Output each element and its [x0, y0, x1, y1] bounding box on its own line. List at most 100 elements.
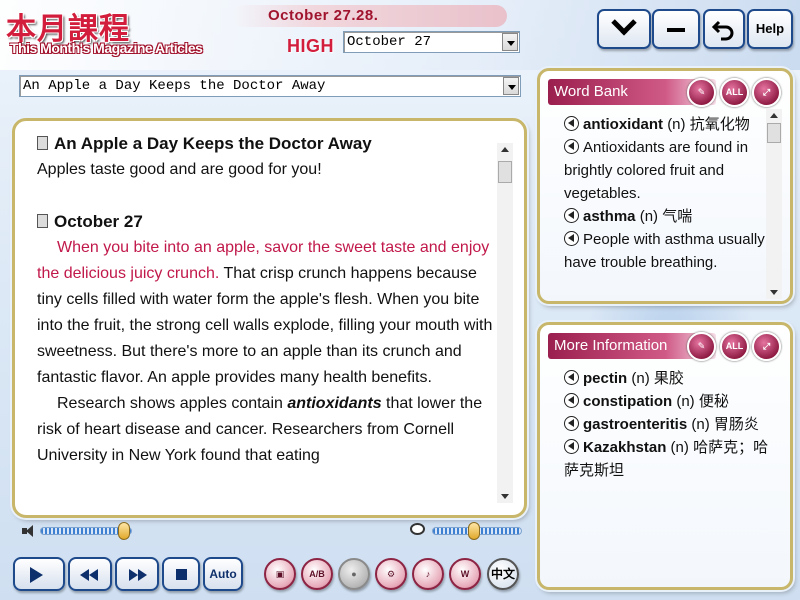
audio-play-icon[interactable] [564, 139, 579, 154]
info-entry: Kazakhstan (n) 哈萨克；哈萨克斯坦 [564, 436, 769, 482]
date-banner: October 27.28. [232, 5, 507, 27]
word-bank-book-icon[interactable]: ✎ [687, 78, 716, 107]
word-example: People with asthma usually have trouble … [564, 228, 769, 274]
word-example: Antioxidants are found in brightly color… [564, 136, 769, 205]
minimize-icon [667, 28, 685, 33]
word-translation: 抗氧化物 [689, 116, 750, 133]
level-label: HIGH [287, 36, 334, 56]
article-date-heading: October 27 [54, 212, 143, 231]
word-entry: asthma (n) 气喘 [564, 205, 769, 228]
audio-play-icon[interactable] [564, 393, 579, 408]
audio-play-icon[interactable] [564, 370, 579, 385]
logo-chinese: 本月課程 [6, 12, 130, 47]
article-subtitle: Apples taste good and are good for you! [37, 161, 322, 178]
play-icon [30, 567, 43, 583]
more-info-content: pectin (n) 果胶 constipation (n) 便秘 gastro… [564, 367, 769, 482]
info-entry: constipation (n) 便秘 [564, 390, 769, 413]
date-banner-text: October 27.28. [268, 7, 379, 24]
more-info-all-icon[interactable]: ALL [720, 332, 749, 361]
stop-icon [176, 569, 187, 580]
volume-speaker-icon [22, 524, 36, 538]
article-title-line: An Apple a Day Keeps the Doctor Away [37, 131, 497, 157]
record-button[interactable]: ▣ [264, 558, 296, 590]
word-translation: 气喘 [662, 208, 693, 225]
article-scrollbar[interactable] [497, 143, 513, 503]
more-info-title: More Information [554, 337, 668, 354]
document-icon [37, 136, 48, 150]
article-date-line: October 27 [37, 209, 497, 235]
date-select-value: October 27 [347, 34, 432, 50]
word-bank-scroll-thumb[interactable] [767, 123, 781, 143]
info-entry: gastroenteritis (n) 胃肠炎 [564, 413, 769, 436]
audio-play-icon[interactable] [564, 208, 579, 223]
scroll-down-icon[interactable] [770, 290, 778, 295]
more-info-book-icon[interactable]: ✎ [687, 332, 716, 361]
date-select[interactable]: October 27 [343, 31, 520, 53]
info-term: constipation [583, 393, 673, 410]
speed-slider-knob[interactable] [468, 522, 480, 540]
ab-repeat-button[interactable]: A/B [301, 558, 333, 590]
more-info-expand-icon[interactable]: ⤢ [752, 332, 781, 361]
audio-play-icon[interactable] [564, 116, 579, 131]
document-icon [37, 214, 48, 228]
help-button[interactable]: Help [747, 9, 793, 49]
vocab-term-antioxidants[interactable]: antioxidants [287, 395, 381, 412]
info-pos: (n) [670, 439, 689, 456]
logo-english: This Month's Magazine Articles [10, 40, 203, 56]
minimize-button[interactable] [652, 9, 700, 49]
info-translation: 胃肠炎 [713, 416, 759, 433]
chinese-button[interactable]: 中文 [487, 558, 519, 590]
auto-button[interactable]: Auto [203, 557, 243, 591]
word-pos: (n) [639, 208, 659, 225]
info-term: pectin [583, 370, 628, 387]
paragraph-2-before: Research shows apples contain [57, 395, 288, 412]
volume-slider-knob[interactable] [118, 522, 130, 540]
word-term: asthma [583, 208, 636, 225]
word-example-text: Antioxidants are found in brightly color… [564, 139, 749, 202]
paragraph-1-text: That crisp crunch happens because tiny c… [37, 265, 493, 386]
audio-play-icon[interactable] [564, 416, 579, 431]
word-term: antioxidant [583, 116, 664, 133]
article-select[interactable]: An Apple a Day Keeps the Doctor Away [19, 75, 521, 97]
undo-arrow-icon [711, 20, 734, 41]
audio-play-icon[interactable] [564, 439, 579, 454]
word-bank-all-icon[interactable]: ALL [720, 78, 749, 107]
article-scroll-thumb[interactable] [498, 161, 512, 183]
word-bank-expand-icon[interactable]: ⤢ [752, 78, 781, 107]
speaker-tool-button[interactable]: ♪ [412, 558, 444, 590]
word-tool-button[interactable]: W [449, 558, 481, 590]
word-bank-panel: Word Bank ✎ ALL ⤢ antioxidant (n) 抗氧化物 A… [537, 68, 793, 304]
word-example-text: People with asthma usually have trouble … [564, 231, 765, 271]
scroll-up-icon[interactable] [501, 147, 509, 152]
play-button[interactable] [13, 557, 65, 591]
stop-button[interactable] [162, 557, 200, 591]
rewind-button[interactable] [68, 557, 112, 591]
scroll-up-icon[interactable] [770, 113, 778, 118]
speech-speed-icon [410, 523, 425, 535]
collapse-button[interactable] [597, 9, 651, 49]
info-term: gastroenteritis [583, 416, 688, 433]
info-entry: pectin (n) 果胶 [564, 367, 769, 390]
word-bank-content: antioxidant (n) 抗氧化物 Antioxidants are fo… [564, 113, 769, 274]
info-translation: 便秘 [698, 393, 729, 410]
word-bank-scrollbar[interactable] [766, 109, 782, 299]
fast-forward-button[interactable] [115, 557, 159, 591]
audio-play-icon[interactable] [564, 231, 579, 246]
article-title: An Apple a Day Keeps the Doctor Away [54, 134, 372, 153]
article-paragraph-2: Research shows apples contain antioxidan… [37, 391, 497, 469]
date-select-arrow-icon[interactable] [502, 33, 518, 51]
word-pos: (n) [667, 116, 686, 133]
word-entry: antioxidant (n) 抗氧化物 [564, 113, 769, 136]
auto-label: Auto [209, 567, 237, 581]
info-pos: (n) [676, 393, 695, 410]
article-panel: An Apple a Day Keeps the Doctor Away App… [12, 118, 527, 518]
article-select-value: An Apple a Day Keeps the Doctor Away [23, 78, 326, 94]
word-bank-title: Word Bank [554, 83, 628, 100]
info-translation: 果胶 [653, 370, 684, 387]
scroll-down-icon[interactable] [501, 494, 509, 499]
back-button[interactable] [703, 9, 745, 49]
article-select-arrow-icon[interactable] [503, 77, 519, 95]
info-pos: (n) [691, 416, 710, 433]
settings-button[interactable]: ⚙ [375, 558, 407, 590]
